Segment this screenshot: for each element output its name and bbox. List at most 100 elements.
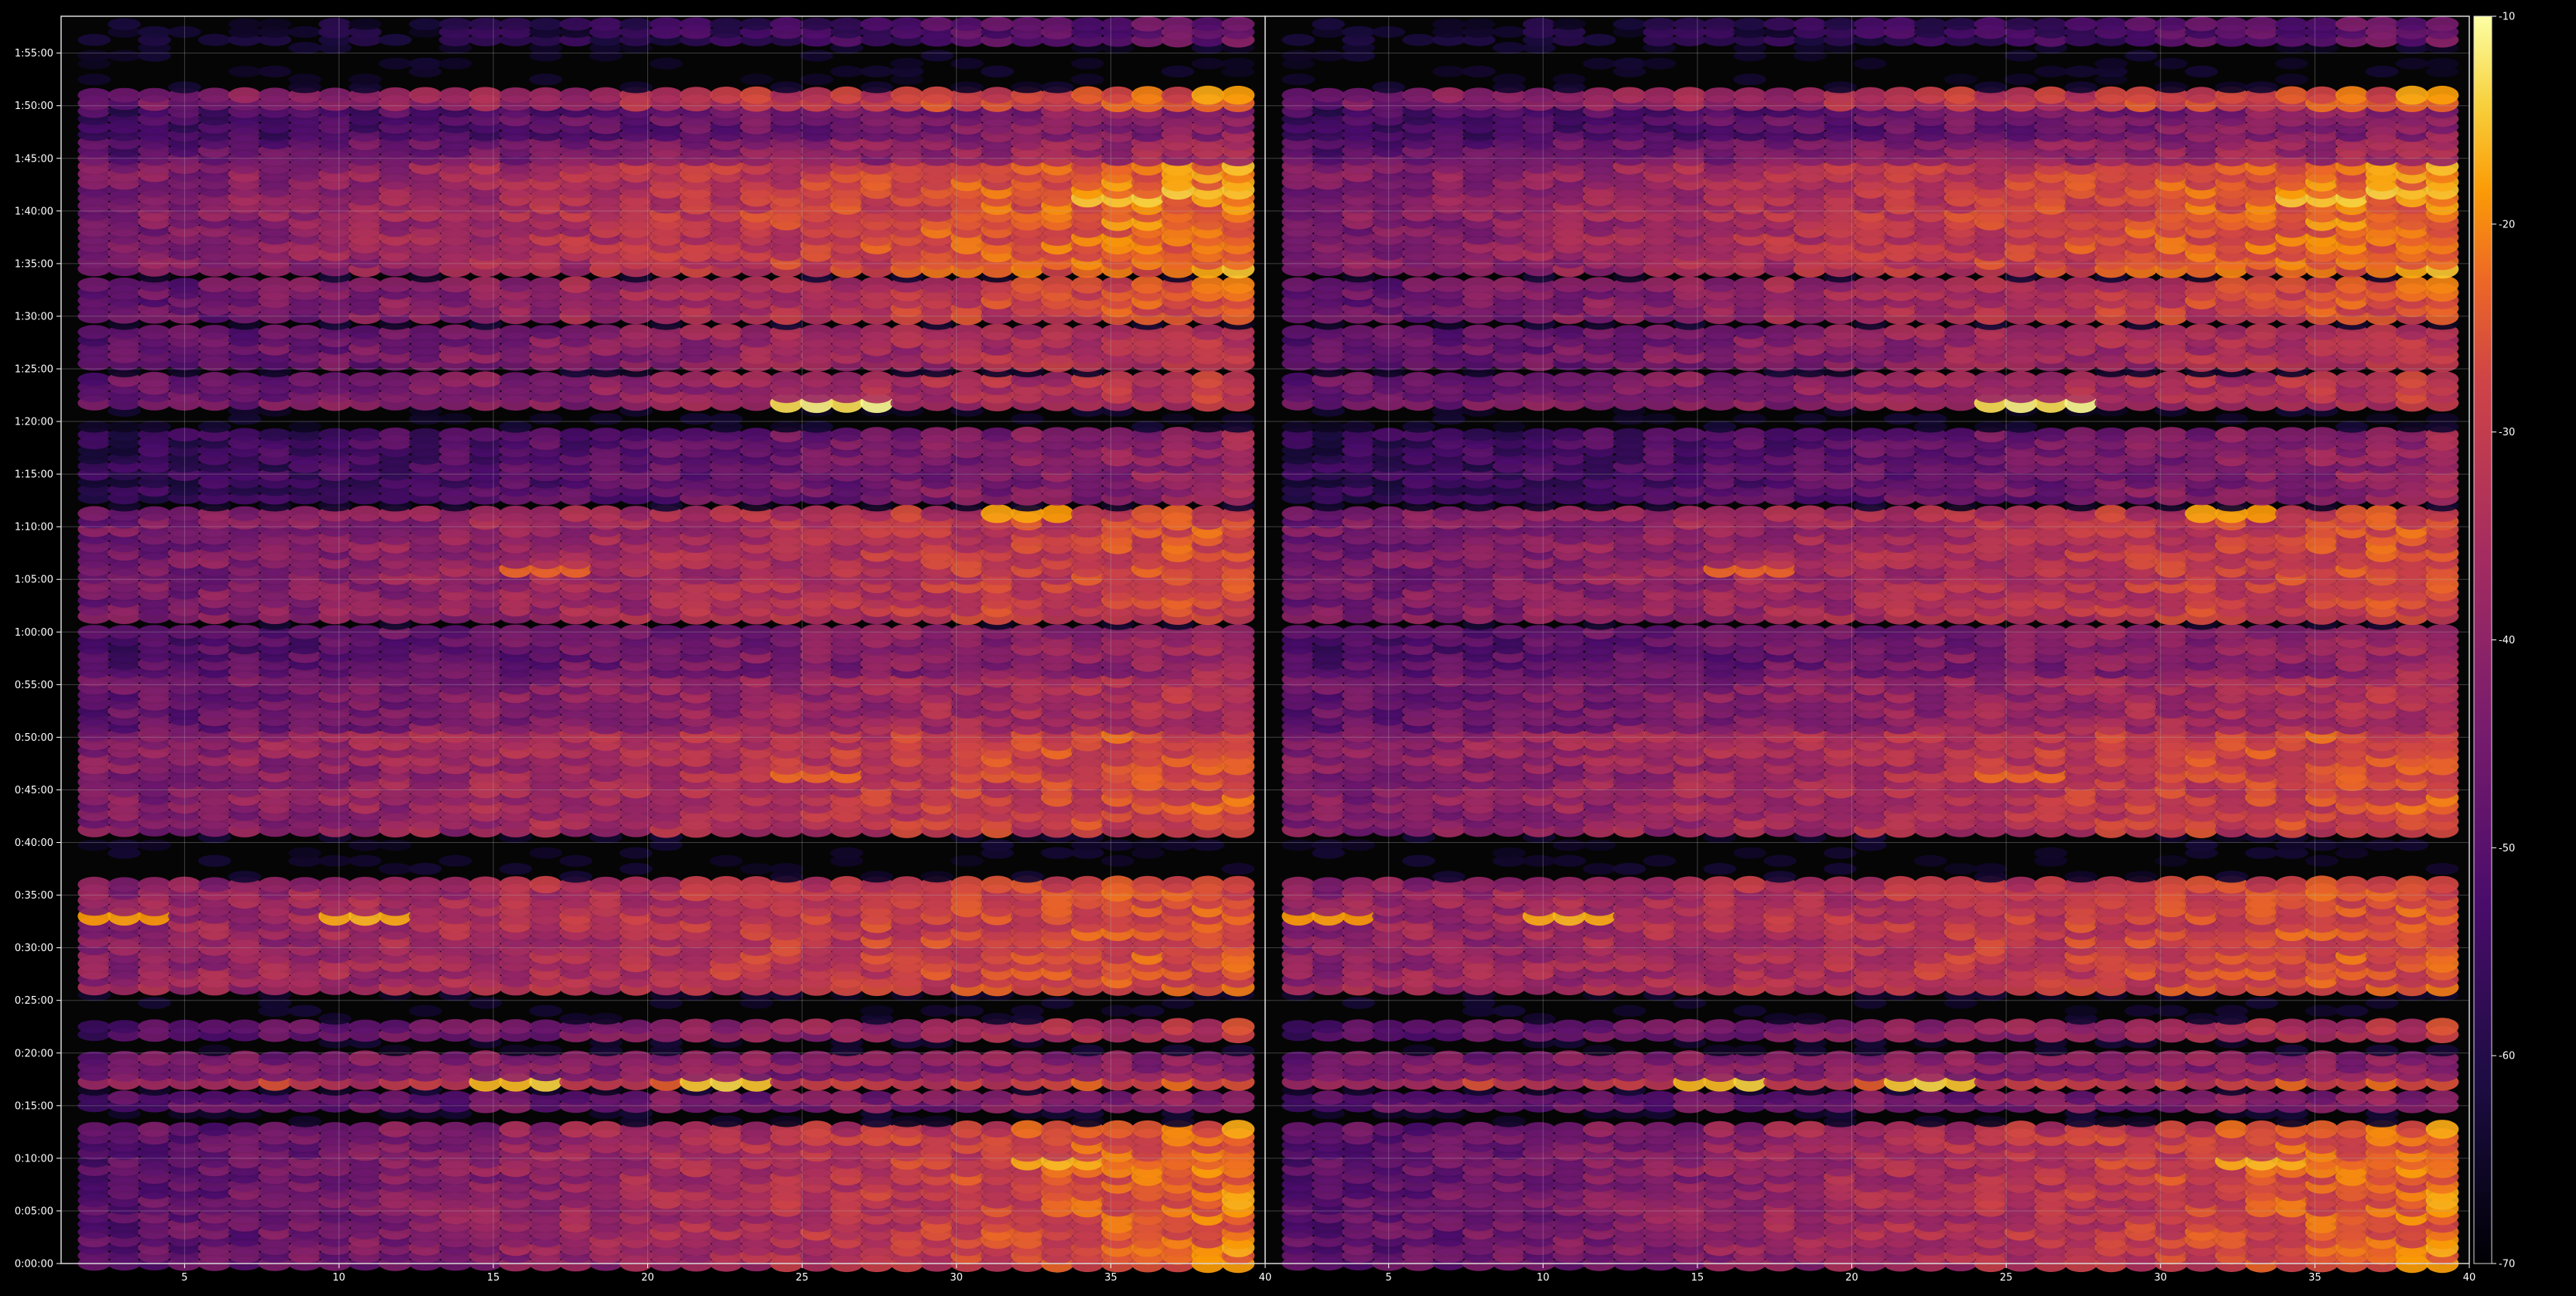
heatmap-cell (679, 371, 713, 387)
heatmap-cell (408, 1019, 442, 1035)
heatmap-cell (348, 1090, 382, 1105)
heatmap-cell (800, 1090, 834, 1106)
heatmap-cell (559, 1090, 592, 1105)
heatmap-cell (769, 505, 804, 522)
heatmap-cell (1041, 997, 1074, 1009)
heatmap-cell (920, 427, 954, 442)
heatmap-cell (499, 876, 533, 893)
heatmap-cell (589, 505, 623, 522)
heatmap-cell (258, 277, 292, 293)
heatmap-cell (679, 505, 713, 522)
heatmap-cell (77, 506, 111, 521)
heatmap-cell (739, 863, 773, 875)
heatmap-cell (769, 276, 804, 293)
heatmap-cell (739, 1121, 773, 1137)
heatmap-cell (1131, 839, 1165, 851)
heatmap-cell (408, 1004, 442, 1017)
heatmap-cell (650, 876, 683, 893)
heatmap-cell (348, 876, 382, 893)
heatmap-cell (438, 1090, 473, 1105)
heatmap-cell (950, 1018, 984, 1035)
heatmap-cell (348, 277, 382, 292)
heatmap-cells (77, 16, 1255, 1274)
heatmap-cell (318, 1122, 352, 1137)
heatmap-cell (739, 1090, 773, 1105)
heatmap-cell (950, 1090, 984, 1106)
heatmap-cell (77, 876, 111, 893)
heatmap-cell (830, 505, 864, 523)
heatmap-cell (800, 505, 834, 522)
heatmap-cell (1161, 1044, 1195, 1057)
heatmap-cell (1041, 371, 1074, 387)
heatmap-cell (1070, 275, 1104, 294)
heatmap-cell (1191, 370, 1225, 388)
heatmap-cell (559, 1120, 592, 1138)
heatmap-cell (228, 428, 261, 442)
heatmap-cell (769, 1115, 804, 1127)
heatmap-cell (499, 1090, 533, 1106)
heatmap-cell (1191, 505, 1225, 523)
heatmap-cell (1011, 413, 1044, 425)
heatmap-cell (288, 1019, 322, 1035)
heatmap-cell (860, 1090, 894, 1105)
heatmap-cell (469, 997, 503, 1009)
heatmap-cell (1131, 1018, 1165, 1035)
heatmap-cell (860, 371, 894, 388)
heatmap-cell (739, 428, 773, 442)
heatmap-cell (1100, 1018, 1134, 1035)
heatmap-cell (1100, 276, 1134, 293)
heatmap-cell (138, 421, 172, 433)
heatmap-cell (1100, 324, 1134, 340)
heatmap-cell (650, 371, 683, 387)
heatmap-cell (107, 1090, 142, 1105)
heatmap-cell (920, 1004, 954, 1017)
heatmap-cell (378, 277, 412, 292)
heatmap-cell (739, 276, 773, 293)
heatmap-cell (559, 276, 592, 293)
heatmap-cell (800, 1018, 834, 1035)
heatmap-cell (1011, 426, 1044, 443)
heatmap-cell (138, 506, 172, 521)
heatmap-cell (1131, 275, 1165, 294)
heatmap-cell (378, 1019, 412, 1034)
heatmap-cell (1161, 370, 1195, 388)
heatmap-cell (1221, 1044, 1255, 1057)
heatmap-cell (228, 506, 261, 521)
heatmap-cell (378, 1121, 412, 1137)
heatmap-cell (499, 421, 533, 433)
heatmap-cell (860, 276, 894, 293)
heatmap-cell (499, 1120, 533, 1137)
heatmap-cell (228, 1090, 261, 1105)
heatmap-cell (589, 277, 623, 292)
heatmap-cell (1131, 875, 1165, 894)
heatmap-cell (378, 863, 412, 875)
heatmap-cell (1191, 839, 1225, 851)
heatmap-cell (529, 413, 563, 425)
heatmap-cell (378, 1090, 412, 1105)
heatmap-cell (408, 1121, 442, 1137)
heatmap-cell (318, 1012, 352, 1025)
heatmap-cell (198, 277, 231, 292)
heatmap-cell (1070, 323, 1104, 340)
heatmap-cell (950, 854, 984, 867)
heatmap-cell (1221, 863, 1255, 875)
heatmap-cell (198, 1019, 231, 1034)
heatmap-cell (288, 1004, 322, 1018)
heatmap-cell (288, 277, 322, 293)
heatmap-cell (1161, 504, 1195, 523)
heatmap-cell (559, 1013, 592, 1025)
heatmap-cell (438, 876, 473, 893)
heatmap-cell (920, 871, 954, 883)
heatmap-cell (1191, 1120, 1225, 1138)
heatmap-cell (288, 877, 322, 892)
heatmap-cell (107, 1122, 142, 1137)
heatmap-cell (469, 1122, 503, 1137)
heatmap-cell (1070, 875, 1104, 894)
heatmap-cell (589, 876, 623, 893)
heatmap-cell (107, 278, 142, 292)
heatmap-cell (1070, 1018, 1104, 1035)
heatmap-cell (1161, 875, 1195, 894)
heatmap-cell (679, 276, 713, 293)
heatmap-cell (438, 1121, 473, 1137)
heatmap-cell (77, 372, 111, 387)
